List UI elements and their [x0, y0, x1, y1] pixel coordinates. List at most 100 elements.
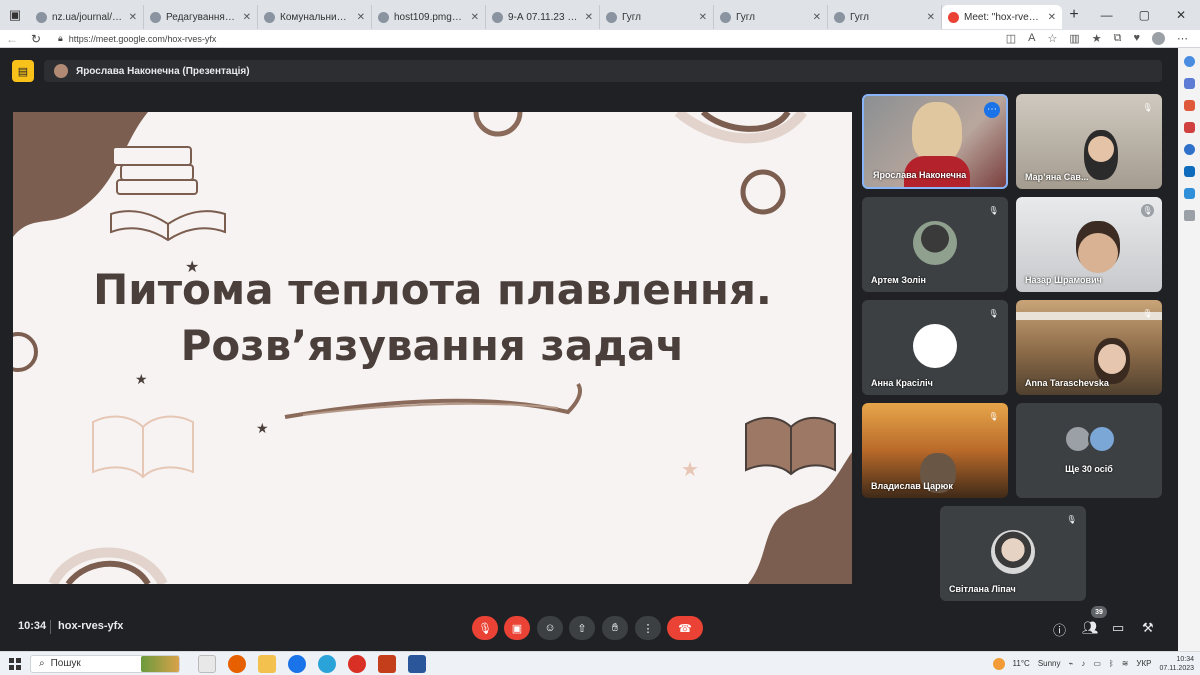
emoji-button[interactable]: ☺ [537, 616, 563, 640]
reload-icon[interactable]: ↻ [24, 32, 48, 46]
close-tab-icon[interactable]: ✕ [357, 12, 365, 23]
people-icon[interactable]: 👥︎ [1082, 620, 1099, 636]
browser-tab[interactable]: Редагування заявки✕ [144, 5, 258, 29]
mic-off-button[interactable]: 🎙︎ [472, 616, 498, 640]
close-tab-icon[interactable]: ✕ [585, 12, 593, 23]
battery-icon[interactable]: ▭ [1093, 659, 1101, 668]
close-tab-icon[interactable]: ✕ [129, 12, 137, 23]
close-tab-icon[interactable]: ✕ [813, 12, 821, 23]
collections-icon[interactable]: ⧉ [1114, 32, 1122, 45]
participant-avatar [913, 324, 957, 368]
app-icon[interactable] [348, 654, 366, 673]
more-options-icon[interactable]: ⋯ [984, 102, 1000, 118]
window-controls: — ▢ ✕ [1101, 8, 1200, 22]
participant-name: Anna Taraschevska [1025, 378, 1109, 388]
participant-video [912, 102, 962, 162]
participant-name: Назар Шрамович [1025, 275, 1102, 285]
wifi-icon[interactable]: ≋ [1122, 659, 1129, 668]
taskbar-clock[interactable]: 10:34 07.11.2023 [1159, 655, 1194, 673]
svg-text:★: ★ [681, 457, 699, 481]
close-tab-icon[interactable]: ✕ [927, 12, 935, 23]
participant-tile[interactable]: 🎙︎ Мар’яна Сав... [1016, 94, 1162, 189]
powerpoint-icon[interactable] [378, 654, 396, 673]
word-icon[interactable] [408, 654, 426, 673]
tab-favicon-icon [720, 11, 731, 23]
url-field[interactable]: 🔒︎ https://meet.google.com/hox-rves-yfx [58, 33, 1006, 44]
bluetooth-icon[interactable]: ᛒ [1109, 659, 1114, 668]
participant-face [1098, 344, 1126, 374]
close-tab-icon[interactable]: ✕ [243, 12, 251, 23]
weather-icon[interactable] [992, 657, 1005, 670]
browser-tab[interactable]: Гугл ✕ [600, 5, 714, 29]
maximize-icon[interactable]: ▢ [1139, 8, 1150, 22]
participant-tile[interactable]: ⋯ Ярослава Наконечна [862, 94, 1008, 189]
participant-tile[interactable]: 🎙︎ Назар Шрамович [1016, 197, 1162, 292]
browser-tab[interactable]: Гугл ✕ [828, 5, 942, 29]
search-icon[interactable] [1183, 78, 1195, 89]
participant-avatar [991, 530, 1035, 574]
tools-icon[interactable] [1183, 122, 1195, 133]
outlook-icon[interactable] [1183, 166, 1195, 177]
app-icon[interactable] [288, 654, 306, 673]
network-icon[interactable]: ⌁ [1069, 659, 1074, 668]
browser-tab[interactable]: nz.ua/journal/list?clas✕ [30, 5, 144, 29]
participant-face [1088, 136, 1114, 162]
browser-tab[interactable]: Гугл ✕ [714, 5, 828, 29]
presentation-toggle-icon[interactable]: ▤ [12, 60, 34, 82]
activities-icon[interactable]: ⚒︎ [1142, 620, 1154, 636]
info-icon[interactable]: ⓘ [1053, 620, 1066, 639]
raise-hand-button[interactable]: ✋︎ [602, 616, 628, 640]
new-tab-button[interactable]: + [1062, 6, 1086, 24]
send-icon[interactable] [1183, 188, 1195, 199]
lock-icon[interactable]: 🔒︎ [58, 33, 63, 44]
participant-tile[interactable]: 🎙︎ Владислав Царюк [862, 403, 1008, 498]
taskbar-search[interactable]: ⌕ Пошук [30, 654, 180, 673]
copilot-icon[interactable] [1183, 56, 1195, 67]
close-tab-icon[interactable]: ✕ [699, 12, 707, 23]
camera-icon[interactable]: ◫ [1006, 32, 1016, 45]
speaker-icon[interactable]: ♪ [1081, 659, 1085, 668]
participant-tile-more[interactable]: Ще 30 осіб [1016, 403, 1162, 498]
task-view-icon[interactable] [198, 654, 216, 673]
participant-tile[interactable]: 🎙︎ Світлана Ліпач [940, 506, 1086, 601]
windows-start-icon[interactable] [0, 657, 30, 670]
more-menu-icon[interactable]: ⋯ [1177, 32, 1188, 45]
taskbar-apps [198, 654, 426, 673]
favorite-icon[interactable]: ☆ [1047, 32, 1057, 45]
leave-call-button[interactable]: ☎︎ [667, 616, 703, 640]
add-icon[interactable] [1183, 210, 1195, 221]
more-participants-label: Ще 30 осіб [1065, 464, 1113, 474]
close-tab-icon[interactable]: ✕ [1048, 12, 1056, 23]
shopping-icon[interactable] [1183, 100, 1195, 111]
close-tab-icon[interactable]: ✕ [471, 12, 479, 23]
camera-off-button[interactable]: ▣ [504, 616, 530, 640]
participant-tile[interactable]: 🎙︎ Артем Золін [862, 197, 1008, 292]
back-icon[interactable]: ← [0, 32, 24, 46]
tab-actions-icon[interactable]: ▣ [0, 0, 30, 30]
profile-avatar[interactable] [1152, 32, 1165, 45]
windows-taskbar: ⌕ Пошук 11°C Sunny ⌁ ♪ ▭ ᛒ ≋ УКР 10:34 0… [0, 651, 1200, 675]
participant-tile[interactable]: 🎙︎ Anna Taraschevska [1016, 300, 1162, 395]
file-explorer-icon[interactable] [258, 654, 276, 673]
split-screen-icon[interactable]: ▥ [1069, 32, 1079, 45]
tab-favicon-icon [264, 11, 275, 23]
firefox-icon[interactable] [228, 654, 246, 673]
present-button[interactable]: ⇧ [569, 616, 595, 640]
extensions-icon[interactable]: ♥ [1133, 32, 1140, 45]
favorites-icon[interactable]: ★ [1092, 32, 1102, 45]
read-aloud-icon[interactable]: A [1028, 32, 1035, 45]
chat-icon[interactable]: ▭ [1112, 620, 1124, 636]
browser-tab[interactable]: 9-А 07.11.23 Контрол✕ [486, 5, 600, 29]
browser-tab[interactable]: host109.pmg17.vn.ua✕ [372, 5, 486, 29]
browser-tab[interactable]: Комунальний заклад✕ [258, 5, 372, 29]
tab-favicon-icon [834, 11, 845, 23]
edge-icon[interactable] [318, 654, 336, 673]
tab-favicon-icon [378, 11, 389, 23]
close-window-icon[interactable]: ✕ [1176, 8, 1186, 22]
system-tray: 11°C Sunny ⌁ ♪ ▭ ᛒ ≋ УКР 10:34 07.11.202… [992, 655, 1200, 673]
participant-tile[interactable]: 🎙︎ Анна Красіліч [862, 300, 1008, 395]
games-icon[interactable] [1183, 144, 1195, 155]
minimize-icon[interactable]: — [1101, 8, 1113, 22]
more-options-button[interactable]: ⋮ [635, 616, 661, 640]
browser-tab-active[interactable]: Meet: "hox-rves-yfx"✕ [942, 5, 1062, 29]
